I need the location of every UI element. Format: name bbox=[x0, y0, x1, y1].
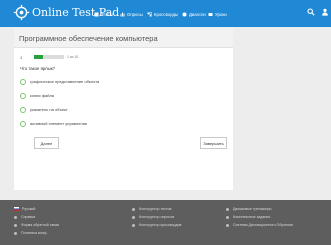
footer: Русский Справка Форма обратной связи Пол… bbox=[0, 200, 331, 245]
footer-link-label: Комплексные задания bbox=[233, 215, 271, 219]
top-nav-bar: Online Test Pad Тесты Опросы Кроссворды … bbox=[0, 0, 331, 27]
footer-link-label: Форма обратной связи bbox=[21, 223, 60, 227]
language-link[interactable]: Русский bbox=[14, 205, 59, 213]
nav-label: Уроки bbox=[215, 11, 227, 17]
bullet-icon bbox=[14, 231, 17, 235]
test-card-header: Программное обеспечение компьютера bbox=[14, 28, 233, 48]
bullet-icon bbox=[226, 215, 229, 219]
russian-flag-icon bbox=[14, 207, 19, 211]
footer-link-label: Движковые тренажеры bbox=[233, 207, 272, 211]
answer-option[interactable]: графическое представление объекта bbox=[20, 78, 99, 85]
radio-button[interactable] bbox=[20, 120, 26, 127]
answer-option[interactable]: активный элемент управления bbox=[20, 120, 87, 127]
footer-link-label: Справка bbox=[21, 215, 36, 219]
nav-item-tests[interactable]: Тесты bbox=[94, 9, 113, 19]
footer-column-general: Русский Справка Форма обратной связи Пол… bbox=[14, 205, 59, 237]
bullet-icon bbox=[132, 215, 135, 219]
progress-bar bbox=[34, 55, 64, 59]
footer-link-label: Конструктор тестов bbox=[139, 207, 172, 211]
finish-button[interactable]: Завершить bbox=[200, 137, 227, 149]
radio-button[interactable] bbox=[20, 106, 26, 113]
nav-label: Диалоги bbox=[189, 11, 206, 17]
footer-column-constructors: Конструктор тестов Конструктор опросов К… bbox=[132, 205, 181, 229]
answer-label: активный элемент управления bbox=[30, 121, 88, 126]
next-button[interactable]: Далее bbox=[34, 137, 59, 149]
test-card: Программное обеспечение компьютера 1 1 и… bbox=[14, 28, 233, 190]
nav-label: Опросы bbox=[127, 11, 143, 17]
footer-link-label: Система Дистанционного Обучения bbox=[233, 223, 293, 227]
footer-link-label: Конструктор кроссвордов bbox=[139, 223, 182, 227]
nav-item-lessons[interactable]: Уроки bbox=[208, 9, 227, 19]
tests-icon bbox=[94, 12, 99, 16]
footer-link-label: Конструктор опросов bbox=[139, 215, 175, 219]
feedback-link[interactable]: Форма обратной связи bbox=[14, 221, 59, 229]
test-constructor-link[interactable]: Конструктор тестов bbox=[132, 205, 181, 213]
bullet-icon bbox=[14, 215, 17, 219]
nav-label: Кроссворды bbox=[154, 11, 179, 17]
user-icon[interactable] bbox=[321, 8, 329, 16]
answer-label: указатель на объект bbox=[30, 107, 68, 112]
answer-option[interactable]: указатель на объект bbox=[20, 106, 68, 113]
answer-option[interactable]: копия файла bbox=[20, 92, 54, 99]
dialogs-icon bbox=[182, 12, 187, 16]
question-text: Что такое ярлык? bbox=[20, 66, 56, 71]
distance-learning-link[interactable]: Система Дистанционного Обучения bbox=[226, 221, 293, 229]
nav-item-crosswords[interactable]: Кроссворды bbox=[147, 9, 178, 19]
polls-icon bbox=[120, 12, 125, 16]
question-number: 1 bbox=[20, 55, 23, 60]
help-link[interactable]: Справка bbox=[14, 213, 59, 221]
answer-label: графическое представление объекта bbox=[30, 79, 100, 84]
complex-tasks-link[interactable]: Комплексные задания bbox=[226, 213, 293, 221]
crossword-constructor-link[interactable]: Конструктор кроссвордов bbox=[132, 221, 181, 229]
progress-fill bbox=[34, 55, 43, 59]
nav-item-polls[interactable]: Опросы bbox=[120, 9, 143, 19]
bullet-icon bbox=[132, 223, 135, 227]
nav-label: Тесты bbox=[101, 11, 113, 17]
nav-item-dialogs[interactable]: Диалоги bbox=[182, 9, 206, 19]
bullet-icon bbox=[14, 223, 17, 227]
crosswords-icon bbox=[147, 11, 152, 16]
bullet-icon bbox=[226, 207, 229, 211]
test-title: Программное обеспечение компьютера bbox=[19, 34, 158, 43]
poll-constructor-link[interactable]: Конструктор опросов bbox=[132, 213, 181, 221]
radio-button[interactable] bbox=[20, 78, 26, 85]
privacy-link[interactable]: Политика конф. bbox=[14, 229, 59, 237]
footer-link-label: Русский bbox=[22, 207, 36, 211]
progress-text: 1 из 10 bbox=[67, 55, 79, 59]
trainers-link[interactable]: Движковые тренажеры bbox=[226, 205, 293, 213]
search-icon[interactable] bbox=[307, 8, 315, 16]
footer-column-tools: Движковые тренажеры Комплексные задания … bbox=[226, 205, 293, 229]
radio-button[interactable] bbox=[20, 92, 26, 99]
bullet-icon bbox=[226, 223, 229, 227]
footer-link-label: Политика конф. bbox=[21, 231, 48, 235]
logo-icon[interactable] bbox=[13, 4, 30, 21]
answer-label: копия файла bbox=[30, 93, 55, 98]
lessons-icon bbox=[208, 12, 213, 16]
bullet-icon bbox=[132, 207, 135, 211]
